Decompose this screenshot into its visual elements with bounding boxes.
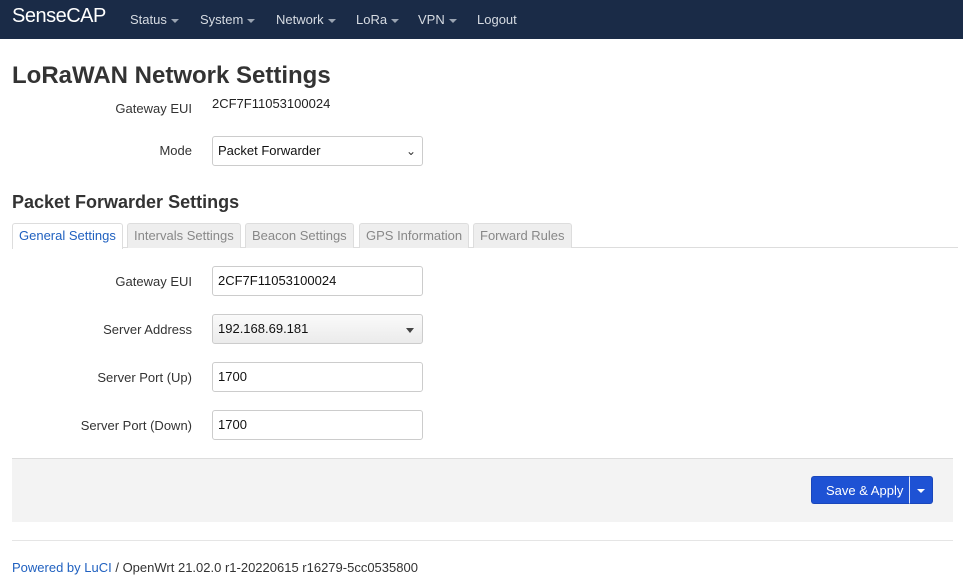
- server-port-down-label: Server Port (Down): [80, 418, 192, 433]
- server-port-down-input[interactable]: 1700: [212, 410, 423, 440]
- caret-down-icon: [917, 489, 926, 493]
- powered-by-luci-link[interactable]: Powered by LuCI: [12, 560, 112, 575]
- mode-select[interactable]: Packet Forwarder ⌄: [212, 136, 423, 166]
- gateway-eui-label: Gateway EUI: [115, 101, 192, 116]
- nav-logout-label: Logout: [477, 12, 517, 27]
- caret-down-icon: [391, 18, 400, 23]
- footer: Powered by LuCI / OpenWrt 21.02.0 r1-202…: [12, 560, 418, 575]
- tab-general-settings[interactable]: General Settings: [12, 223, 123, 249]
- server-port-up-label: Server Port (Up): [97, 370, 192, 385]
- gateway-eui-value: 2CF7F11053100024: [212, 96, 331, 111]
- nav-status-menu[interactable]: Status: [130, 12, 179, 27]
- settings-tabs: General Settings Intervals Settings Beac…: [12, 223, 958, 249]
- nav-system-menu[interactable]: System: [200, 12, 256, 27]
- caret-down-icon: [327, 18, 336, 23]
- server-address-label: Server Address: [103, 322, 192, 337]
- server-address-select[interactable]: 192.168.69.181: [212, 314, 423, 344]
- caret-down-icon: [406, 328, 414, 333]
- mode-select-value: Packet Forwarder: [218, 143, 321, 158]
- top-navbar: SenseCAP Status System Network LoRa VPN …: [0, 0, 963, 39]
- nav-lora-menu[interactable]: LoRa: [356, 12, 400, 27]
- chevron-down-icon: ⌄: [405, 144, 416, 158]
- mode-label: Mode: [159, 143, 192, 158]
- save-apply-button[interactable]: Save & Apply: [811, 476, 910, 504]
- save-apply-dropdown-button[interactable]: [909, 476, 934, 504]
- section-title: Packet Forwarder Settings: [12, 192, 240, 212]
- nav-vpn-menu[interactable]: VPN: [418, 12, 457, 27]
- nav-status-label: Status: [130, 12, 167, 27]
- brand-logo[interactable]: SenseCAP: [12, 5, 106, 28]
- server-port-up-input[interactable]: 1700: [212, 362, 423, 392]
- tab-intervals-settings[interactable]: Intervals Settings: [127, 223, 241, 248]
- tab-gps-information[interactable]: GPS Information: [359, 223, 470, 248]
- nav-network-menu[interactable]: Network: [276, 12, 336, 27]
- nav-logout-link[interactable]: Logout: [477, 12, 517, 27]
- caret-down-icon: [170, 18, 179, 23]
- page-title: LoRaWAN Network Settings: [12, 62, 331, 89]
- nav-vpn-label: VPN: [418, 12, 445, 27]
- caret-down-icon: [448, 18, 457, 23]
- tab-beacon-settings[interactable]: Beacon Settings: [245, 223, 354, 248]
- nav-network-label: Network: [276, 12, 324, 27]
- footer-divider: [12, 540, 953, 541]
- nav-system-label: System: [200, 12, 244, 27]
- tab-forward-rules[interactable]: Forward Rules: [473, 223, 572, 248]
- server-address-value: 192.168.69.181: [218, 321, 309, 336]
- caret-down-icon: [247, 18, 256, 23]
- gateway-eui-input[interactable]: 2CF7F11053100024: [212, 266, 423, 296]
- nav-lora-label: LoRa: [356, 12, 388, 27]
- pf-gateway-eui-label: Gateway EUI: [115, 274, 192, 289]
- save-apply-button-group: Save & Apply: [811, 476, 934, 504]
- version-text: / OpenWrt 21.02.0 r1-20220615 r16279-5cc…: [111, 560, 418, 575]
